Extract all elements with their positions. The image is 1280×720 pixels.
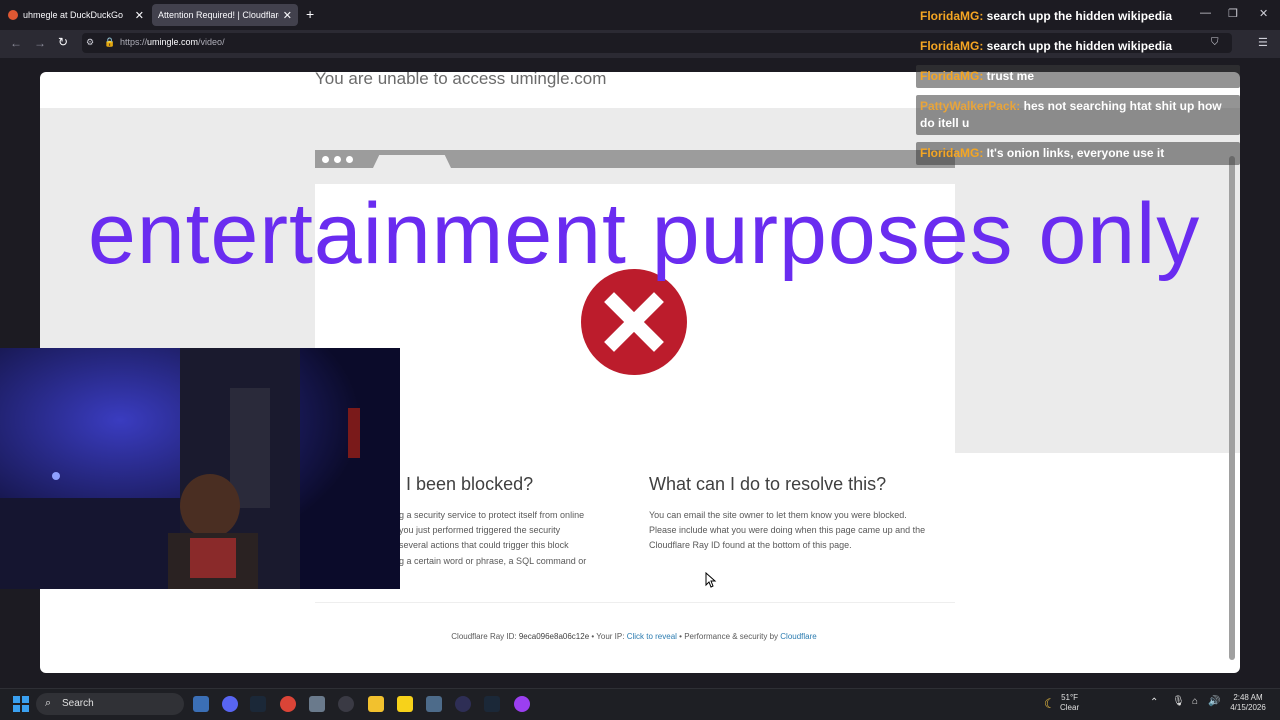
mouse-cursor-icon: [705, 571, 717, 593]
settings-icon[interactable]: [309, 696, 325, 712]
search-label: Search: [62, 698, 94, 709]
menu-icon[interactable]: ☰: [1258, 36, 1268, 49]
taskbar-search[interactable]: [36, 693, 184, 715]
tab-duckduckgo[interactable]: uhmegle at DuckDuckGo ✕: [2, 4, 150, 26]
microphone-icon[interactable]: 🎙: [1172, 696, 1185, 707]
network-icon[interactable]: ⌂: [1192, 696, 1198, 707]
discord-icon[interactable]: [222, 696, 238, 712]
chevron-up-icon[interactable]: ⌃: [1150, 697, 1158, 708]
scrollbar[interactable]: [1229, 156, 1235, 660]
cloudflare-link[interactable]: Cloudflare: [780, 632, 816, 641]
cloudflare-footer: Cloudflare Ray ID: 9eca096e8a06c12e • Yo…: [451, 632, 817, 641]
volume-icon[interactable]: 🔊: [1208, 696, 1220, 707]
close-tab-icon[interactable]: ✕: [283, 9, 292, 22]
steam-icon[interactable]: [484, 696, 500, 712]
webcam-feed: [0, 348, 400, 589]
weather-moon-icon: ☾: [1044, 696, 1056, 711]
close-window-icon[interactable]: ✕: [1259, 7, 1268, 20]
reload-icon[interactable]: ↻: [58, 35, 68, 49]
windows-start-icon[interactable]: [13, 696, 29, 712]
new-tab-icon[interactable]: +: [306, 6, 314, 22]
browser-illustration-tab: [373, 155, 451, 168]
chat-message: FloridaMG: search upp the hidden wikiped…: [920, 9, 1173, 23]
error-x-icon: [581, 269, 687, 375]
task-view-icon[interactable]: [193, 696, 209, 712]
chat-message: FloridaMG: search upp the hidden wikiped…: [920, 39, 1173, 53]
resolve-heading: What can I do to resolve this?: [649, 474, 887, 494]
tab-title: uhmegle at DuckDuckGo: [23, 10, 124, 20]
windows-taskbar: [0, 688, 1280, 720]
overlay-banner: entertainment purposes only: [88, 186, 1201, 282]
chrome-icon[interactable]: [280, 696, 296, 712]
clock[interactable]: 2:48 AM 4/15/2026: [1226, 693, 1270, 713]
file-explorer-icon[interactable]: [368, 696, 384, 712]
forward-icon[interactable]: →: [34, 36, 46, 50]
site-permissions-icon[interactable]: ⚙: [86, 37, 94, 48]
url-text[interactable]: https://umingle.com/video/: [120, 37, 225, 47]
dot-icon: [334, 156, 341, 163]
firefox-icon[interactable]: [514, 696, 530, 712]
chat-message: PattyWalkerPack: hes not searching htat …: [916, 95, 1240, 135]
app-icon[interactable]: [426, 696, 442, 712]
chat-message: FloridaMG: trust me: [916, 65, 1240, 88]
weather-widget[interactable]: 51°F Clear: [1060, 693, 1079, 713]
back-icon[interactable]: ←: [10, 36, 22, 50]
blocked-heading: I been blocked?: [406, 474, 534, 494]
lock-icon[interactable]: 🔒: [104, 37, 115, 48]
duckduckgo-icon: [8, 10, 18, 20]
dot-icon: [322, 156, 329, 163]
chat-message: FloridaMG: It's onion links, everyone us…: [916, 142, 1240, 165]
obs-icon[interactable]: [455, 696, 471, 712]
search-icon: ⌕: [45, 697, 52, 709]
tab-title: Attention Required! | Cloudflare: [158, 10, 279, 20]
app-icon[interactable]: [338, 696, 354, 712]
reveal-ip-link[interactable]: Click to reveal: [627, 632, 677, 641]
steam-icon[interactable]: [250, 696, 266, 712]
blocked-explanation: g a security service to protect itself f…: [399, 510, 587, 566]
resolve-explanation: You can email the site owner to let them…: [649, 510, 926, 551]
page-title: You are unable to access umingle.com: [315, 72, 607, 88]
tab-cloudflare[interactable]: Attention Required! | Cloudflare ✕: [152, 4, 298, 26]
footer-divider: [315, 602, 955, 603]
close-tab-icon[interactable]: ✕: [135, 9, 144, 22]
dot-icon: [346, 156, 353, 163]
sticky-notes-icon[interactable]: [397, 696, 413, 712]
ray-id: 9eca096e8a06c12e: [518, 632, 590, 641]
